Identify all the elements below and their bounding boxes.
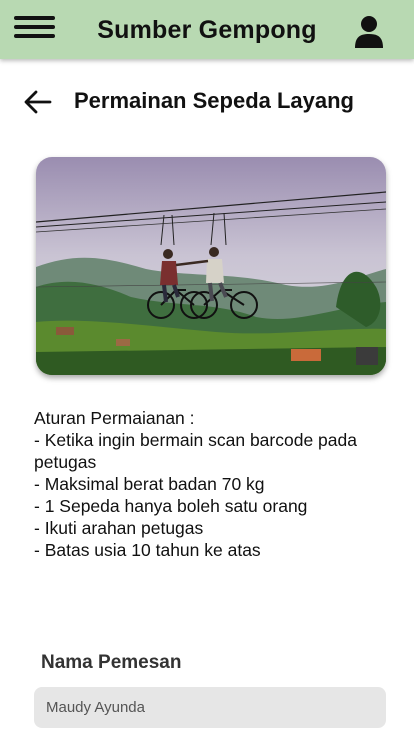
- rule-item: - Batas usia 10 tahun ke atas: [34, 540, 261, 560]
- app-header: Sumber Gempong: [0, 0, 414, 59]
- name-input[interactable]: [34, 687, 386, 728]
- rule-item: - Maksimal berat badan 70 kg: [34, 474, 265, 494]
- app-title: Sumber Gempong: [97, 16, 317, 44]
- rule-item: - 1 Sepeda hanya boleh satu orang: [34, 496, 308, 516]
- rules-text: Aturan Permaianan : - Ketika ingin berma…: [34, 407, 394, 561]
- page-title: Permainan Sepeda Layang: [74, 88, 354, 113]
- rule-item: - Ikuti arahan petugas: [34, 518, 204, 538]
- rules-heading: Aturan Permaianan :: [34, 408, 195, 428]
- sky-bike-photo: [36, 157, 386, 375]
- user-icon[interactable]: [354, 15, 384, 49]
- back-arrow-icon[interactable]: [22, 86, 54, 118]
- name-field-label: Nama Pemesan: [41, 652, 182, 673]
- rule-item: - Ketika ingin bermain scan barcode pada…: [34, 430, 357, 472]
